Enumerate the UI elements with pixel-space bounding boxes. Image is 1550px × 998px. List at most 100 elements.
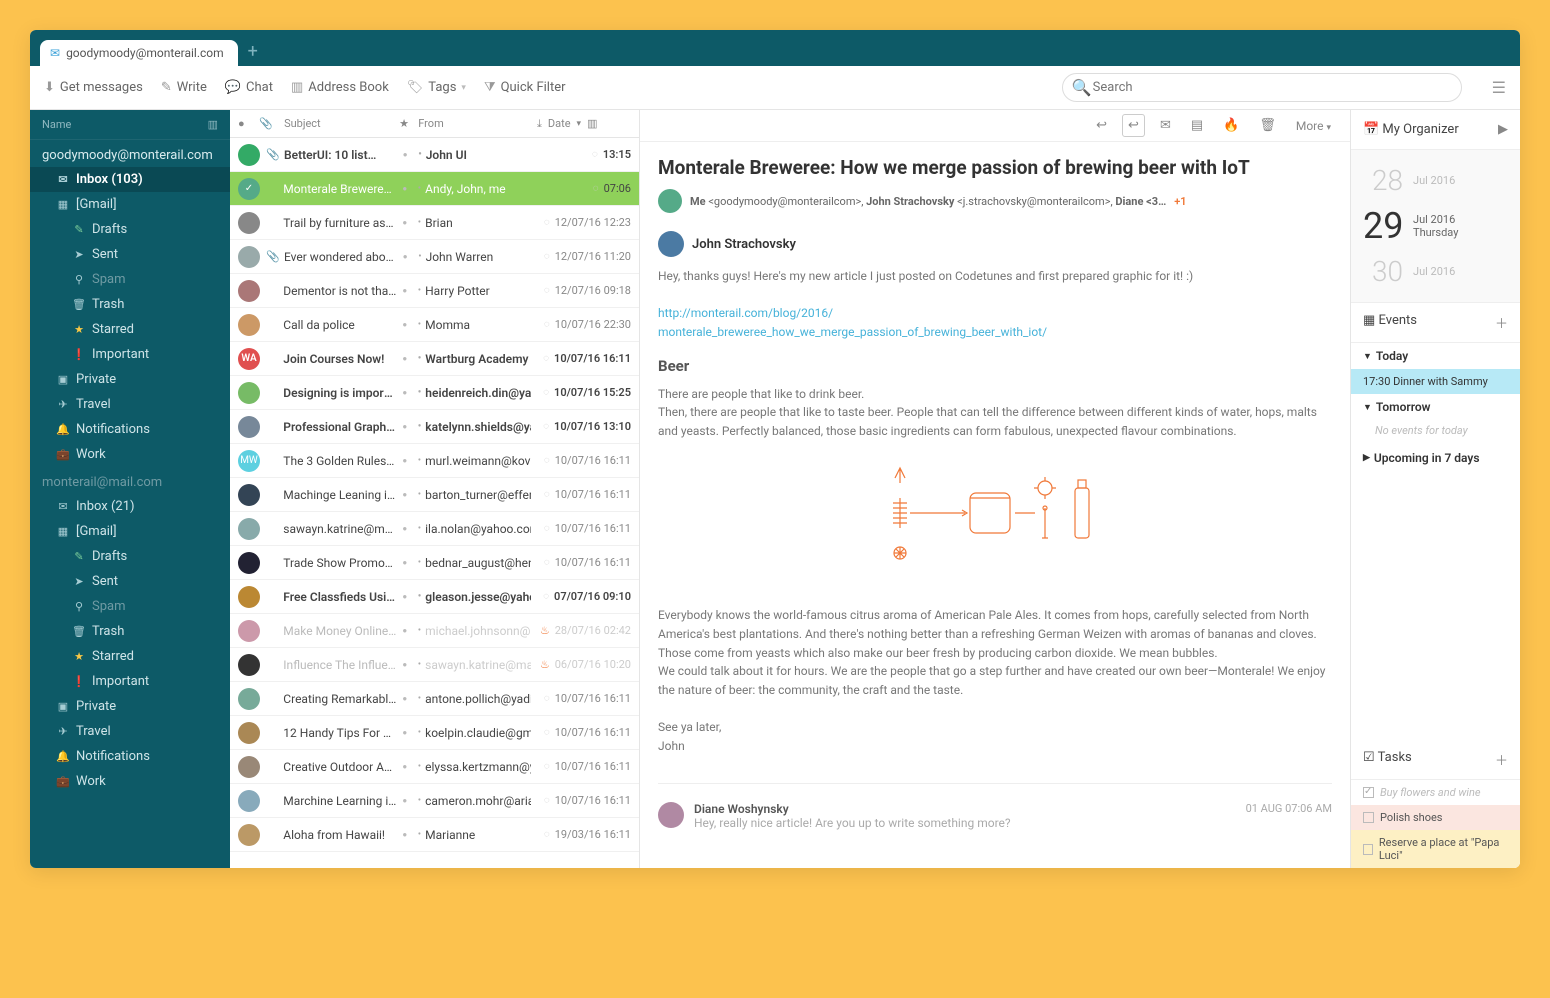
quick-filter-button[interactable]: ⧩Quick Filter — [484, 80, 566, 95]
article-link[interactable]: monterale_breweree_how_we_merge_passion_… — [658, 325, 1047, 339]
add-event-button[interactable]: ＋ — [1495, 313, 1508, 332]
folder-item[interactable]: ▣Private — [30, 694, 230, 719]
avatar — [238, 416, 260, 438]
pencil-icon: ✎ — [161, 80, 172, 95]
checkbox-icon[interactable] — [1363, 844, 1373, 855]
folder-item[interactable]: ✎Drafts — [30, 217, 230, 242]
message-row[interactable]: ✓Monterale Breweree: H…●Andy, John, me◌ … — [230, 172, 639, 206]
checkbox-icon[interactable] — [1363, 787, 1374, 798]
calendar-day[interactable]: 28Jul 2016 — [1351, 160, 1520, 201]
folder-item[interactable]: ✉Inbox (103) — [30, 167, 230, 192]
events-upcoming[interactable]: ▶Upcoming in 7 days — [1351, 445, 1520, 471]
message-row[interactable]: Machinge Leaning is …●barton_turner@effe… — [230, 478, 639, 512]
message-row[interactable]: Influence The Influence…●sawayn.katrine@… — [230, 648, 639, 682]
message-row[interactable]: 📎BetterUI: 10 list…●John UI◌ 13:15 — [230, 138, 639, 172]
folder-item[interactable]: ✎Drafts — [30, 544, 230, 569]
folder-item[interactable]: ★Starred — [30, 317, 230, 342]
folder-item[interactable]: ➤Sent — [30, 242, 230, 267]
task-item[interactable]: Polish shoes — [1351, 805, 1520, 830]
col-from[interactable]: From — [418, 117, 531, 130]
folder-item[interactable]: ⚲Spam — [30, 267, 230, 292]
event-item[interactable]: 17:30 Dinner with Sammy — [1351, 369, 1520, 394]
message-row[interactable]: Call da police●Momma◌ 10/07/16 22:30 — [230, 308, 639, 342]
status-icon[interactable]: ● — [238, 117, 253, 130]
write-button[interactable]: ✎Write — [161, 80, 207, 95]
message-row[interactable]: 12 Handy Tips For Gener…●koelpin.claudie… — [230, 716, 639, 750]
folder-item[interactable]: ▦[Gmail] — [30, 192, 230, 217]
folder-item[interactable]: ✈Travel — [30, 392, 230, 417]
address-book-button[interactable]: ▥Address Book — [291, 80, 389, 95]
tab-account[interactable]: ✉ goodymoody@monterail.com — [40, 40, 238, 66]
funnel-icon: ⧩ — [484, 80, 496, 95]
tags-button[interactable]: 🏷Tags▾ — [407, 80, 466, 95]
folder-item[interactable]: ★Starred — [30, 644, 230, 669]
calendar-day[interactable]: 29Jul 2016Thursday — [1351, 201, 1520, 251]
message-row[interactable]: sawayn.katrine@manley…●ila.nolan@yahoo.c… — [230, 512, 639, 546]
article-link[interactable]: http://monterail.com/blog/2016/ — [658, 306, 833, 320]
message-row[interactable]: MWThe 3 Golden Rules Proff…●murl.weimann… — [230, 444, 639, 478]
message-row[interactable]: Make Money Online Thr…●michael.johnsonn@… — [230, 614, 639, 648]
folder-item[interactable]: ✈Travel — [30, 719, 230, 744]
message-row[interactable]: Professional Graphic De…●katelynn.shield… — [230, 410, 639, 444]
folder-item[interactable]: 💼Work — [30, 442, 230, 467]
message-row[interactable]: Free Classfieds Using Th…●gleason.jesse@… — [230, 580, 639, 614]
message-row[interactable]: Dementor is not that bad●Harry Potter◌ 1… — [230, 274, 639, 308]
more-button[interactable]: More ▾ — [1291, 116, 1336, 136]
message-row[interactable]: Creative Outdoor Ads●elyssa.kertzmann@ya… — [230, 750, 639, 784]
star-icon: ● — [402, 490, 411, 499]
message-row[interactable]: Marchine Learning is …●cameron.mohr@aria… — [230, 784, 639, 818]
folder-item[interactable]: 💼Work — [30, 769, 230, 794]
junk-button[interactable]: 🔥 — [1218, 115, 1244, 136]
account-label[interactable]: monterail@mail.com — [30, 467, 230, 494]
folder-item[interactable]: ▦[Gmail] — [30, 519, 230, 544]
columns-icon[interactable]: ▥ — [208, 118, 218, 131]
star-icon[interactable]: ★ — [399, 117, 412, 130]
col-date[interactable]: ⤓Date▾▥ — [537, 117, 631, 131]
folder-item[interactable]: 🔔Notifications — [30, 417, 230, 442]
expand-button[interactable]: ▶ — [1498, 122, 1508, 137]
folder-icon: ✉ — [56, 500, 70, 513]
message-row[interactable]: WAJoin Courses Now!●Wartburg Academy◌ 10… — [230, 342, 639, 376]
add-task-button[interactable]: ＋ — [1495, 750, 1508, 769]
get-messages-button[interactable]: ⬇Get messages — [44, 80, 143, 95]
message-row[interactable]: 📎Ever wondered abou…●John Warren◌ 12/07/… — [230, 240, 639, 274]
folder-item[interactable]: 🗑Trash — [30, 292, 230, 317]
folder-item[interactable]: ✉Inbox (21) — [30, 494, 230, 519]
folder-item[interactable]: ➤Sent — [30, 569, 230, 594]
folder-item[interactable]: 🔔Notifications — [30, 744, 230, 769]
events-tomorrow[interactable]: ▼Tomorrow — [1351, 394, 1520, 420]
chat-button[interactable]: 💬Chat — [225, 80, 273, 95]
more-recipients[interactable]: +1 — [1174, 195, 1186, 208]
folder-item[interactable]: ❗Important — [30, 342, 230, 367]
tab-add-button[interactable]: + — [238, 37, 268, 66]
forward-button[interactable]: ✉ — [1155, 115, 1176, 136]
message-row[interactable]: Designing is important●heidenreich.din@y… — [230, 376, 639, 410]
account-label[interactable]: goodymoody@monterail.com — [30, 140, 230, 167]
message-row[interactable]: Creating Remarkable Po…●antone.pollich@y… — [230, 682, 639, 716]
archive-button[interactable]: ▤ — [1186, 115, 1208, 136]
delete-button[interactable]: 🗑 — [1254, 115, 1281, 136]
task-item[interactable]: Reserve a place at "Papa Luci" — [1351, 830, 1520, 868]
folder-item[interactable]: ▣Private — [30, 367, 230, 392]
reply-all-button[interactable]: ↩ — [1122, 114, 1145, 137]
task-item[interactable]: Buy flowers and wine — [1351, 780, 1520, 805]
chevron-down-icon: ▾ — [577, 119, 582, 129]
message-from: cameron.mohr@ariane.na… — [418, 794, 531, 808]
folder-item[interactable]: ⚲Spam — [30, 594, 230, 619]
message-reader: ↩ ↩ ✉ ▤ 🔥 🗑 More ▾ Monterale Breweree: H… — [640, 110, 1350, 868]
attachment-icon[interactable]: 📎 — [259, 117, 274, 130]
search-field[interactable]: 🔍 — [1062, 73, 1462, 102]
menu-button[interactable]: ☰ — [1492, 78, 1506, 97]
folder-item[interactable]: ❗Important — [30, 669, 230, 694]
events-today[interactable]: ▼Today — [1351, 343, 1520, 369]
message-row[interactable]: Trade Show Promotions●bednar_august@hend… — [230, 546, 639, 580]
reply-button[interactable]: ↩ — [1091, 115, 1112, 136]
folder-label: Private — [76, 699, 116, 714]
calendar-day[interactable]: 30Jul 2016 — [1351, 251, 1520, 292]
search-input[interactable] — [1062, 73, 1462, 102]
checkbox-icon[interactable] — [1363, 812, 1374, 823]
col-subject[interactable]: Subject — [280, 117, 393, 130]
message-row[interactable]: Trail by furniture as…●Brian◌ 12/07/16 1… — [230, 206, 639, 240]
message-row[interactable]: Aloha from Hawaii!●Marianne◌ 19/03/16 16… — [230, 818, 639, 852]
folder-item[interactable]: 🗑Trash — [30, 619, 230, 644]
